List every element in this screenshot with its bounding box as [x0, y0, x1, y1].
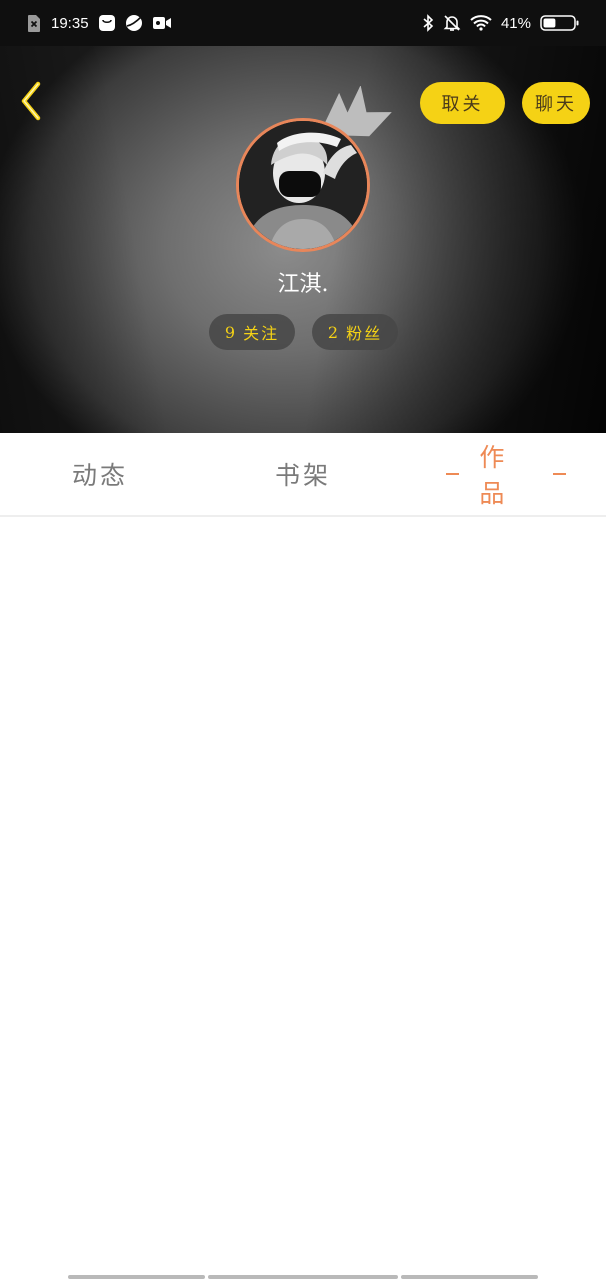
- avatar-image: [239, 121, 367, 249]
- username: 江淇.: [277, 272, 329, 297]
- chat-button[interactable]: 聊天: [522, 82, 590, 124]
- wifi-icon: [470, 15, 492, 31]
- profile-header: 取关 聊天 江淇. 9 关注 2 粉丝: [0, 46, 606, 433]
- back-button[interactable]: [14, 80, 48, 126]
- tab-bookshelf[interactable]: 书架: [243, 433, 363, 515]
- avatar[interactable]: [236, 118, 370, 252]
- status-bar-right: 41%: [422, 14, 580, 32]
- tab-bar: 动态 书架 作品: [0, 433, 606, 517]
- following-count-chip[interactable]: 9 关注: [209, 314, 295, 350]
- tab-works[interactable]: 作品: [426, 433, 586, 515]
- nav-gesture-bar-left: [68, 1275, 205, 1279]
- status-bar-left: 19:35: [26, 14, 172, 33]
- sim-off-icon: [26, 14, 42, 33]
- nav-gesture-bar-center[interactable]: [208, 1275, 398, 1279]
- shopping-bag-icon: [98, 14, 116, 32]
- fans-count: 2: [327, 322, 341, 342]
- status-bar: 19:35 41%: [0, 0, 606, 46]
- battery-icon: [540, 14, 580, 32]
- chevron-left-icon: [16, 80, 46, 126]
- following-label: 关注: [243, 324, 280, 343]
- works-content-area: [0, 517, 606, 1257]
- battery-percent: 41%: [500, 14, 531, 32]
- bluetooth-icon: [422, 14, 434, 32]
- browser-icon: [125, 14, 143, 32]
- tab-bookshelf-label: 书架: [274, 461, 331, 490]
- tab-dynamics-label: 动态: [71, 461, 128, 490]
- status-time: 19:35: [51, 14, 89, 32]
- tab-dynamics[interactable]: 动态: [40, 433, 160, 515]
- nav-gesture-bar-right: [401, 1275, 538, 1279]
- active-tab-dash-right: [552, 473, 566, 475]
- unfollow-button[interactable]: 取关: [420, 82, 505, 124]
- bell-off-icon: [443, 14, 461, 32]
- fans-count-chip[interactable]: 2 粉丝: [312, 314, 398, 350]
- active-tab-dash-left: [446, 473, 460, 475]
- following-count: 9: [224, 322, 238, 342]
- video-icon: [152, 15, 172, 31]
- tab-works-label: 作品: [479, 443, 508, 508]
- fans-label: 粉丝: [346, 324, 383, 343]
